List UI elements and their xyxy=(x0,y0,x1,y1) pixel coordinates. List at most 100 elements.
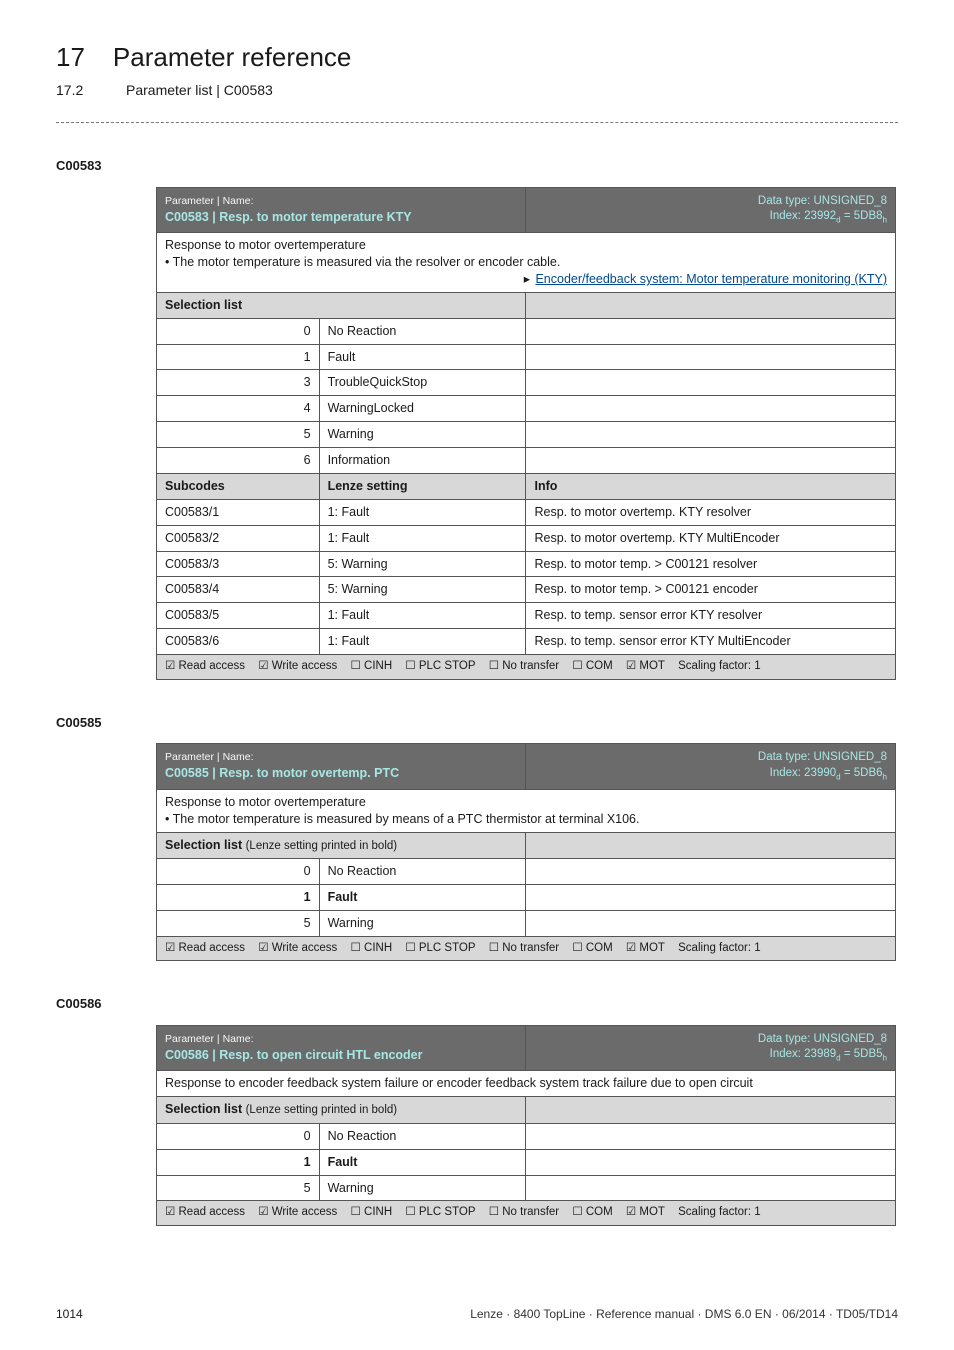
page-footer: 1014 Lenze · 8400 TopLine · Reference ma… xyxy=(56,1306,898,1322)
selection-list-header: Selection list (Lenze setting printed in… xyxy=(157,832,896,859)
title-row: Parameter | Name: C00586 | Resp. to open… xyxy=(157,1025,896,1071)
mot: ☑ MOT xyxy=(626,660,665,672)
scaling: Scaling factor: 1 xyxy=(678,1206,760,1218)
type-line1: Data type: UNSIGNED_8 xyxy=(758,751,887,763)
no-transfer: ☐ No transfer xyxy=(489,942,559,954)
list-n: 0 xyxy=(157,318,320,344)
list-row: 0No Reaction xyxy=(157,318,896,344)
write-access: ☑ Write access xyxy=(258,660,337,672)
table-row: C00583/21: FaultResp. to motor overtemp.… xyxy=(157,525,896,551)
selection-list-label: Selection list xyxy=(165,1102,242,1116)
title-row: Parameter | Name: C00583 | Resp. to moto… xyxy=(157,187,896,233)
subcodes-header: Subcodes Lenze setting Info xyxy=(157,473,896,499)
desc-1: Response to motor overtemperature xyxy=(165,795,366,809)
footer-meta: Lenze · 8400 TopLine · Reference manual … xyxy=(470,1306,898,1322)
desc-row: Response to encoder feedback system fail… xyxy=(157,1071,896,1097)
list-t: Information xyxy=(319,448,526,474)
title-name: C00585 | Resp. to motor overtemp. PTC xyxy=(165,765,517,782)
param-id-c00586: C00586 xyxy=(56,995,898,1013)
type-line1: Data type: UNSIGNED_8 xyxy=(758,1033,887,1045)
cinh: ☐ CINH xyxy=(351,942,393,954)
info: Resp. to motor temp. > C00121 encoder xyxy=(526,577,896,603)
list-t: No Reaction xyxy=(319,859,526,885)
no-transfer: ☐ No transfer xyxy=(489,660,559,672)
list-row: 0No Reaction xyxy=(157,1123,896,1149)
subcodes-h-l: Subcodes xyxy=(157,473,320,499)
read-access: ☑ Read access xyxy=(165,660,245,672)
table-row: C00583/61: FaultResp. to temp. sensor er… xyxy=(157,629,896,655)
list-row: 3TroubleQuickStop xyxy=(157,370,896,396)
list-n: 1 xyxy=(157,884,320,910)
table-row: C00583/11: FaultResp. to motor overtemp.… xyxy=(157,499,896,525)
param-table-c00583: Parameter | Name: C00583 | Resp. to moto… xyxy=(156,187,896,680)
triangle-icon: ▸ xyxy=(524,272,530,286)
setting: 5: Warning xyxy=(319,551,526,577)
list-t: Warning xyxy=(319,422,526,448)
list-n: 1 xyxy=(157,344,320,370)
scaling: Scaling factor: 1 xyxy=(678,660,760,672)
list-row: 1Fault xyxy=(157,344,896,370)
list-row: 1Fault xyxy=(157,884,896,910)
info: Resp. to motor temp. > C00121 resolver xyxy=(526,551,896,577)
com: ☐ COM xyxy=(572,942,612,954)
table-row: C00583/45: WarningResp. to motor temp. >… xyxy=(157,577,896,603)
page-number: 1014 xyxy=(56,1306,83,1322)
type-line2: Index: 23989d = 5DB5h xyxy=(770,1048,887,1060)
table-row: C00583/51: FaultResp. to temp. sensor er… xyxy=(157,603,896,629)
list-t: Fault xyxy=(319,1149,526,1175)
title-name: C00586 | Resp. to open circuit HTL encod… xyxy=(165,1047,517,1064)
info: Resp. to motor overtemp. KTY MultiEncode… xyxy=(526,525,896,551)
title-top-label: Parameter | Name: xyxy=(165,194,517,208)
title-top-label: Parameter | Name: xyxy=(165,750,517,764)
list-n: 5 xyxy=(157,422,320,448)
com: ☐ COM xyxy=(572,660,612,672)
selection-list-header: Selection list (Lenze setting printed in… xyxy=(157,1097,896,1124)
list-n: 1 xyxy=(157,1149,320,1175)
desc-2: • The motor temperature is measured via … xyxy=(165,255,560,269)
desc-row: Response to motor overtemperature • The … xyxy=(157,789,896,832)
subcodes-h-m: Lenze setting xyxy=(319,473,526,499)
list-n: 0 xyxy=(157,1123,320,1149)
list-n: 0 xyxy=(157,859,320,885)
list-row: 0No Reaction xyxy=(157,859,896,885)
section-number: 17 xyxy=(56,40,85,75)
subcode: C00583/6 xyxy=(157,629,320,655)
section-subheader: 17.2 Parameter list | C00583 xyxy=(56,81,898,100)
table-row: C00583/35: WarningResp. to motor temp. >… xyxy=(157,551,896,577)
plc-stop: ☐ PLC STOP xyxy=(405,660,475,672)
param-table-c00585: Parameter | Name: C00585 | Resp. to moto… xyxy=(156,743,896,961)
subcode: C00583/4 xyxy=(157,577,320,603)
list-row: 5Warning xyxy=(157,910,896,936)
read-access: ☑ Read access xyxy=(165,942,245,954)
param-table-c00586: Parameter | Name: C00586 | Resp. to open… xyxy=(156,1025,896,1226)
access-footer: ☑ Read access ☑ Write access ☐ CINH ☐ PL… xyxy=(157,1201,896,1226)
setting: 1: Fault xyxy=(319,603,526,629)
setting: 5: Warning xyxy=(319,577,526,603)
mot: ☑ MOT xyxy=(626,942,665,954)
type-line1: Data type: UNSIGNED_8 xyxy=(758,195,887,207)
desc-row: Response to motor overtemperature • The … xyxy=(157,233,896,293)
subcode: C00583/2 xyxy=(157,525,320,551)
title-name: C00583 | Resp. to motor temperature KTY xyxy=(165,209,517,226)
selection-list-label: Selection list xyxy=(157,292,526,318)
write-access: ☑ Write access xyxy=(258,1206,337,1218)
kty-link[interactable]: Encoder/feedback system: Motor temperatu… xyxy=(535,272,887,286)
list-n: 3 xyxy=(157,370,320,396)
desc-1: Response to encoder feedback system fail… xyxy=(165,1076,753,1090)
access-footer: ☑ Read access ☑ Write access ☐ CINH ☐ PL… xyxy=(157,936,896,961)
list-n: 5 xyxy=(157,1175,320,1201)
plc-stop: ☐ PLC STOP xyxy=(405,1206,475,1218)
subsection-title: Parameter list | C00583 xyxy=(126,81,273,100)
title-row: Parameter | Name: C00585 | Resp. to moto… xyxy=(157,744,896,790)
selection-list-sub: (Lenze setting printed in bold) xyxy=(246,1104,398,1116)
access-footer: ☑ Read access ☑ Write access ☐ CINH ☐ PL… xyxy=(157,655,896,680)
list-n: 6 xyxy=(157,448,320,474)
desc-1: Response to motor overtemperature xyxy=(165,238,366,252)
list-t: Warning xyxy=(319,1175,526,1201)
list-t: No Reaction xyxy=(319,1123,526,1149)
list-row: 5Warning xyxy=(157,1175,896,1201)
cinh: ☐ CINH xyxy=(351,660,393,672)
com: ☐ COM xyxy=(572,1206,612,1218)
subcodes-h-r: Info xyxy=(526,473,896,499)
list-n: 5 xyxy=(157,910,320,936)
